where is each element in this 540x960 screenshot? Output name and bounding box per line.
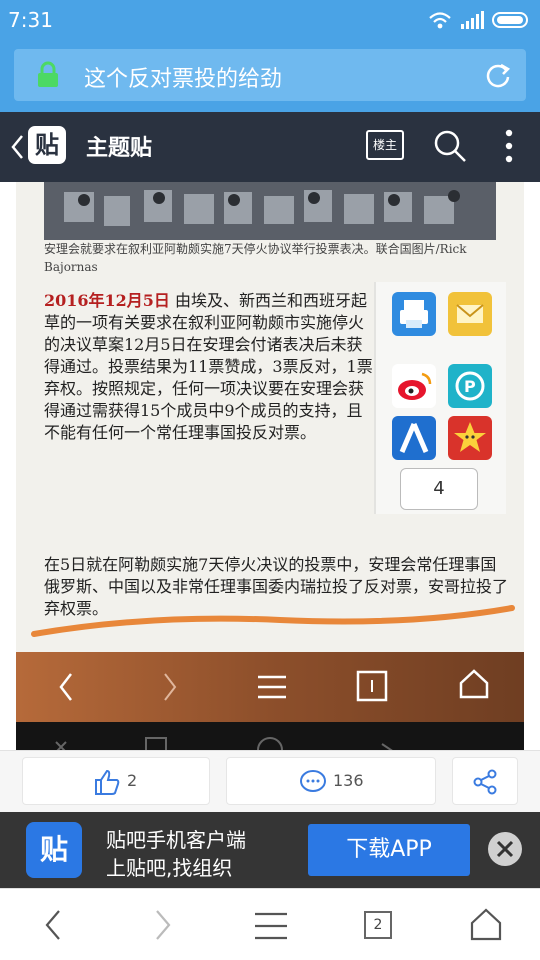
comment-icon: [300, 770, 326, 792]
like-count: 2: [127, 771, 138, 790]
inner-tabs-icon: [356, 670, 388, 702]
renren-icon[interactable]: [392, 416, 436, 460]
browser-home-icon[interactable]: [470, 907, 502, 941]
op-only-button[interactable]: 楼主: [366, 130, 404, 160]
inner-system-bar: [16, 722, 524, 750]
star-icon[interactable]: [448, 416, 492, 460]
status-time: 7:31: [8, 8, 53, 32]
inner-system-icons: [55, 737, 393, 750]
share-icon: [473, 769, 497, 795]
share-button[interactable]: [452, 757, 518, 805]
back-icon[interactable]: [10, 134, 24, 160]
photo-caption: 安理会就要求在叙利亚阿勒颇实施7天停火协议举行投票表决。联合国图片/Rick B…: [44, 242, 467, 274]
wifi-icon: [429, 12, 451, 29]
search-icon[interactable]: [432, 128, 468, 164]
article-text: 由埃及、新西兰和西班牙起草的一项有关要求在叙利亚阿勒颇市实施停火的决议草案12月…: [44, 291, 373, 442]
like-button[interactable]: 2: [22, 757, 210, 805]
more-icon[interactable]: [504, 128, 514, 164]
download-app-button[interactable]: 下载APP: [308, 824, 470, 876]
thumbs-up-icon: [95, 769, 120, 795]
inner-back-icon: [59, 673, 72, 701]
share-count: 4: [400, 468, 478, 510]
page-title[interactable]: 这个反对票投的给劲: [84, 61, 282, 93]
close-icon: [496, 840, 514, 858]
share-panel: P 4: [374, 282, 506, 514]
topic-navbar: 贴 主题贴 楼主: [0, 112, 540, 182]
app-download-banner: 贴 贴吧手机客户端 上贴吧,找组织 下载APP: [0, 812, 540, 888]
tieba-logo: 贴: [28, 126, 66, 164]
battery-icon: [492, 12, 528, 28]
tieba-app-logo: 贴: [26, 822, 82, 878]
lock-icon: [38, 61, 58, 87]
banner-title: 贴吧手机客户端: [106, 828, 246, 852]
browser-menu-icon[interactable]: [254, 911, 288, 941]
mail-icon[interactable]: [448, 292, 492, 336]
signal-icon: [461, 11, 484, 29]
inner-forward-icon: [164, 673, 177, 701]
url-bar[interactable]: 这个反对票投的给劲: [14, 49, 526, 101]
photo-scene: [44, 182, 496, 240]
post-image[interactable]: 安理会就要求在叙利亚阿勒颇实施7天停火协议举行投票表决。联合国图片/Rick B…: [16, 182, 524, 750]
browser-header: 这个反对票投的给劲: [0, 40, 540, 112]
post-action-bar: 2 136: [0, 750, 540, 812]
banner-subtitle: 上贴吧,找组织: [106, 856, 233, 880]
browser-back-icon[interactable]: [44, 909, 62, 941]
browser-forward-icon[interactable]: [154, 909, 172, 941]
news-photo: [44, 182, 496, 240]
article-date: 2016年12月5日: [44, 291, 170, 310]
orange-underline: [31, 605, 515, 637]
weibo-icon[interactable]: [392, 364, 436, 408]
refresh-icon[interactable]: [484, 61, 512, 89]
nav-title: 主题贴: [86, 136, 153, 161]
inner-menu-icon: [258, 675, 286, 699]
status-bar: 7:31: [0, 0, 540, 40]
browser-bottom-nav: 2: [0, 888, 540, 960]
close-banner-button[interactable]: [488, 832, 522, 866]
svg-text:P: P: [464, 377, 476, 396]
inner-browser-toolbar: [16, 652, 524, 722]
pinterest-icon[interactable]: P: [448, 364, 492, 408]
article-body: 2016年12月5日 由埃及、新西兰和西班牙起草的一项有关要求在叙利亚阿勒颇市实…: [44, 290, 374, 444]
printer-icon[interactable]: [392, 292, 436, 336]
tab-count-button[interactable]: 2: [364, 911, 392, 939]
comment-button[interactable]: 136: [226, 757, 436, 805]
comment-count: 136: [333, 771, 364, 790]
inner-home-icon: [459, 669, 489, 699]
